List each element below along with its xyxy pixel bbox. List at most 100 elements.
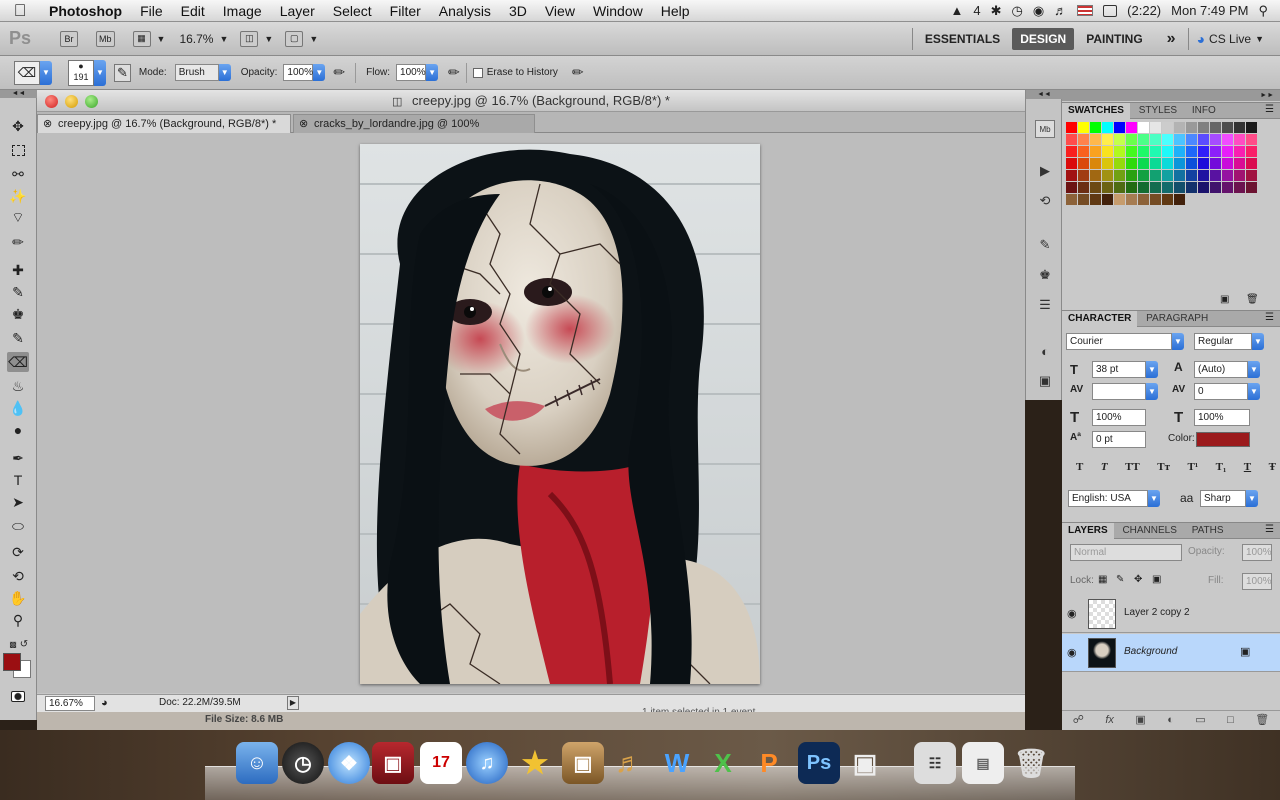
- close-window-icon[interactable]: [45, 95, 58, 108]
- finder-icon[interactable]: ☺: [236, 742, 278, 784]
- zoom-tool-icon[interactable]: ⚲: [7, 610, 29, 630]
- tracking-dropdown[interactable]: ▼: [1248, 383, 1260, 400]
- garageband-icon[interactable]: ♬: [608, 742, 650, 784]
- swatch[interactable]: [1198, 158, 1209, 169]
- swatch[interactable]: [1162, 146, 1173, 157]
- imovie-icon[interactable]: ★: [514, 742, 556, 784]
- swatch[interactable]: [1174, 158, 1185, 169]
- app-menu[interactable]: Photoshop: [40, 3, 131, 19]
- swatch[interactable]: [1066, 158, 1077, 169]
- tracking-input[interactable]: 0: [1194, 383, 1248, 400]
- zoom-level[interactable]: 16.7%: [179, 32, 213, 46]
- time-machine-icon[interactable]: ◷: [1011, 3, 1022, 19]
- collapse-dock-icon[interactable]: ►►: [1062, 90, 1280, 101]
- swatch[interactable]: [1210, 182, 1221, 193]
- erase-to-history-checkbox[interactable]: [472, 67, 483, 78]
- swatch[interactable]: [1222, 158, 1233, 169]
- swatch[interactable]: [1186, 146, 1197, 157]
- antialias-select[interactable]: Sharp: [1200, 490, 1246, 507]
- swatch[interactable]: [1234, 158, 1245, 169]
- history-panel-icon[interactable]: ⟲: [1035, 192, 1055, 210]
- swatch[interactable]: [1102, 146, 1113, 157]
- swatch[interactable]: [1186, 170, 1197, 181]
- hand-tool-icon[interactable]: ✋: [7, 588, 29, 608]
- swatch[interactable]: [1246, 146, 1257, 157]
- swatch[interactable]: [1102, 182, 1113, 193]
- swatch[interactable]: [1198, 146, 1209, 157]
- view-extras-button[interactable]: ▦: [132, 30, 151, 47]
- powerpoint-icon[interactable]: P: [748, 742, 790, 784]
- swatch[interactable]: [1138, 158, 1149, 169]
- menu-edit[interactable]: Edit: [172, 3, 214, 19]
- panel-menu-icon[interactable]: ☰: [1265, 104, 1274, 115]
- volume-icon[interactable]: ♬: [1054, 3, 1067, 18]
- swatch[interactable]: [1078, 146, 1089, 157]
- swatch[interactable]: [1162, 122, 1173, 133]
- quick-mask-icon[interactable]: [7, 686, 29, 706]
- swatch[interactable]: [1222, 134, 1233, 145]
- swatch[interactable]: [1174, 122, 1185, 133]
- tab-swatches[interactable]: SWATCHES: [1062, 103, 1130, 119]
- preview-document-icon[interactable]: ▤: [962, 742, 1004, 784]
- healing-brush-tool-icon[interactable]: ✚: [7, 260, 29, 280]
- blend-mode-select[interactable]: Normal: [1070, 544, 1182, 561]
- menu-layer[interactable]: Layer: [271, 3, 324, 19]
- bridge-button[interactable]: Br: [60, 30, 78, 47]
- swatch[interactable]: [1210, 158, 1221, 169]
- lock-all-icon[interactable]: ▣: [1152, 574, 1161, 585]
- swatch[interactable]: [1246, 122, 1257, 133]
- new-layer-icon[interactable]: □: [1227, 714, 1234, 726]
- chevron-down-icon[interactable]: ▼: [219, 34, 228, 44]
- menu-help[interactable]: Help: [652, 3, 699, 19]
- swatch[interactable]: [1198, 122, 1209, 133]
- swatch[interactable]: [1114, 194, 1125, 205]
- zoom-window-icon[interactable]: [85, 95, 98, 108]
- swatch[interactable]: [1078, 122, 1089, 133]
- all-caps-button[interactable]: TT: [1125, 461, 1140, 473]
- link-layers-icon[interactable]: ☍: [1073, 713, 1084, 726]
- eyedropper-tool-icon[interactable]: ✏: [7, 232, 29, 252]
- word-icon[interactable]: W: [656, 742, 698, 784]
- menu-filter[interactable]: Filter: [381, 3, 430, 19]
- swatch[interactable]: [1222, 122, 1233, 133]
- swatch[interactable]: [1090, 122, 1101, 133]
- pen-tool-icon[interactable]: ✒: [7, 448, 29, 468]
- installer-icon[interactable]: ▣: [844, 742, 886, 784]
- tab-styles[interactable]: STYLES: [1133, 103, 1183, 119]
- panel-menu-icon[interactable]: ☰: [1265, 312, 1274, 323]
- swatch[interactable]: [1150, 182, 1161, 193]
- swatch[interactable]: [1078, 170, 1089, 181]
- font-size-dropdown[interactable]: ▼: [1146, 361, 1158, 378]
- menu-select[interactable]: Select: [324, 3, 381, 19]
- opacity-input[interactable]: 100%: [283, 64, 314, 81]
- swatch[interactable]: [1246, 134, 1257, 145]
- visibility-eye-icon[interactable]: ◉: [1067, 646, 1077, 659]
- ical-icon[interactable]: 17: [420, 742, 462, 784]
- tab-paragraph[interactable]: PARAGRAPH: [1140, 311, 1214, 327]
- brush-presets-panel-icon[interactable]: ✎: [1035, 236, 1055, 254]
- workspace-design[interactable]: DESIGN: [1012, 27, 1075, 50]
- layer-opacity-input[interactable]: 100%: [1242, 544, 1272, 561]
- swatch[interactable]: [1162, 158, 1173, 169]
- swatch[interactable]: [1198, 134, 1209, 145]
- swatch[interactable]: [1090, 158, 1101, 169]
- swatch[interactable]: [1126, 158, 1137, 169]
- cs-live-button[interactable]: CS Live: [1209, 32, 1251, 46]
- tab-channels[interactable]: CHANNELS: [1116, 523, 1182, 539]
- eraser-tool-icon[interactable]: ⌫: [7, 352, 29, 372]
- underline-button[interactable]: T: [1244, 461, 1251, 473]
- font-size-input[interactable]: 38 pt: [1092, 361, 1146, 378]
- trash-icon[interactable]: 🗑: [1010, 742, 1052, 784]
- paint-bucket-tool-icon[interactable]: ♨: [7, 376, 29, 396]
- swatch[interactable]: [1078, 194, 1089, 205]
- text-color-swatch[interactable]: [1196, 432, 1250, 447]
- swatch[interactable]: [1114, 134, 1125, 145]
- swatch[interactable]: [1162, 170, 1173, 181]
- zoom-input[interactable]: 16.67%: [45, 696, 95, 711]
- swatch[interactable]: [1198, 170, 1209, 181]
- tool-preset-dropdown[interactable]: ▼: [40, 60, 52, 85]
- superscript-button[interactable]: T¹: [1188, 461, 1199, 473]
- clone-source-panel-icon[interactable]: ♚: [1035, 266, 1055, 284]
- close-tab-icon[interactable]: ⊗: [43, 115, 52, 133]
- swatch[interactable]: [1102, 134, 1113, 145]
